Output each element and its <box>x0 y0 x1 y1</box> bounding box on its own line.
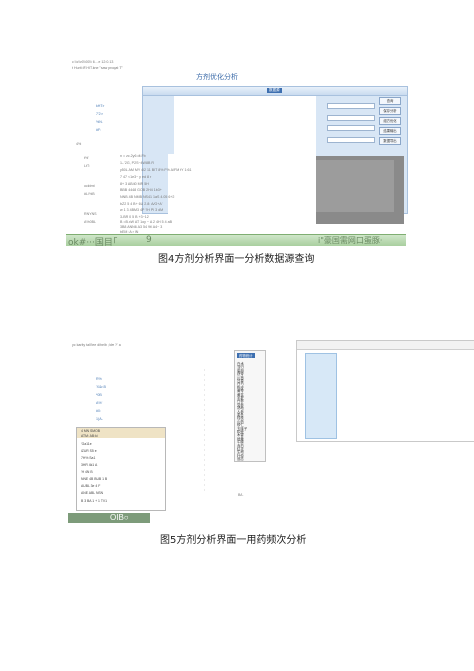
left-label: A%0BL <box>84 220 96 224</box>
herb-frequency-list: 药物统计 白术 当归 柴胡 茯苓 川芎 甘草 白芍 陈皮 黄芩 黄芪 半夏 丹参 党参 熟地 人参 麦冬 桂枝山… <box>234 350 266 462</box>
left-label: A%' <box>96 401 103 405</box>
data-line: 1-.'2G, P2S~4W8B R <box>120 161 154 165</box>
frequency-analysis-window <box>296 340 474 442</box>
left-label: ocktmt <box>84 184 95 188</box>
query-button[interactable]: 查询 <box>379 97 401 105</box>
left-label: t%' <box>84 156 89 160</box>
figure-4-caption: 图4方剂分析界面一分析数据源查询 <box>158 254 315 265</box>
menu-row[interactable]: iZUR S5 e <box>81 449 97 453</box>
left-label: #L/%B <box>84 192 95 196</box>
left-label: kHT:r <box>96 104 105 108</box>
left-label: LtT: <box>84 164 90 168</box>
data-line: w 1 3 4BM3 4P ?H Pl 3 dM <box>120 208 164 212</box>
data-line: B =B.xW AT 1oy ~ A 2 4H 5 4 aB <box>120 220 173 224</box>
menu-row[interactable]: B 3 BA 1 + 1 TV1 <box>81 499 107 503</box>
figure-5-screenshot: yc karity tall'iee dihelb ;/d● ?' a R% '… <box>66 335 474 535</box>
query-field-9[interactable] <box>327 137 375 143</box>
data-line: 8+ 3 AB40 MR 5H <box>120 182 149 186</box>
left-label: R% <box>96 377 102 381</box>
list-footer-label: B/L <box>238 493 244 497</box>
save-analysis-button[interactable]: 保存分析 <box>379 107 401 115</box>
left-label: 7'2:r <box>96 112 103 116</box>
figure-5-caption: 图5方剂分析界面一用药频次分析 <box>160 535 307 546</box>
query-field-3[interactable] <box>327 103 375 109</box>
left-label: 1(A- <box>96 417 103 421</box>
left-label: *0B <box>96 393 102 397</box>
menu-row[interactable]: ATM: AB:ki <box>81 434 98 438</box>
menu-row[interactable]: AUBL 3e 4 F <box>81 484 100 488</box>
data-line: 3B8 ANN6 A3 54 9t/ A4~ 3 <box>120 225 163 229</box>
left-label: %N. <box>96 120 103 124</box>
output-button[interactable]: 结果输出 <box>379 127 401 135</box>
figure-4-screenshot: c:\\c\\r0\\00\\ 6…e 12:0.13 t Hurit:IF.H… <box>66 56 408 248</box>
header-line: yc karity tall'iee dihelb ;/d● ?' a <box>72 343 121 347</box>
taskbar-text: OIB○ <box>110 513 129 522</box>
query-field-7[interactable] <box>327 125 375 131</box>
menu-row[interactable]: 3HR 4k1 A <box>81 463 97 467</box>
taskbar-left-text: ok#···国目｢ <box>68 238 118 248</box>
taskbar-number: 9 <box>146 235 152 245</box>
divider-dots: ::::::::::::::::::::::::: <box>204 367 206 492</box>
menu-row[interactable]: ANE ABL NSN <box>81 491 103 495</box>
optimize-button[interactable]: 组方优化 <box>379 117 401 125</box>
data-line: y50L AM MY 4l2 11 BIT 8% F% A/FM tY 1:61 <box>120 168 192 172</box>
herb-list-item[interactable]: 远志 <box>237 456 244 461</box>
header-line-1: c:\\c\\r0\\00\\ 6…e 12:0.13 <box>72 60 114 64</box>
gray-results-panel <box>302 156 404 224</box>
results-menu: 4 MN SMOB ATM: AB:ki 'Ga11e iZUR S5 e 7H… <box>76 427 166 511</box>
results-area <box>168 154 316 224</box>
left-label: #F: <box>96 128 102 132</box>
menu-row[interactable]: 4 MN SMOB <box>81 429 100 433</box>
data-line: n = zc.2y6 dt.Fb <box>120 154 146 158</box>
taskbar <box>68 513 150 523</box>
gray-results-inner <box>306 160 394 212</box>
left-label: 4% <box>76 142 82 146</box>
data-source-tab-button[interactable]: 数据源 <box>267 88 282 93</box>
window-title: 方剂优化分析 <box>196 74 238 81</box>
data-line: BBB 4448 GOB 2H4 1b3+ <box>120 188 162 192</box>
export-button[interactable]: 数据导出 <box>379 137 401 145</box>
left-label: RNYNS <box>84 212 97 216</box>
data-line: bZ2 5 4 B+ 6U 2.8: A/G+A' <box>120 202 163 206</box>
header-line-2: t Hurit:IF.HIT.kne "saw proqat T" <box>72 66 123 70</box>
list-header: 药物统计 <box>237 353 255 358</box>
data-line: 7 47 <1e3~ y ed 8 r <box>120 175 152 179</box>
ribbon: 数据源 <box>143 87 407 96</box>
window-side-panel <box>305 353 337 439</box>
query-field-5[interactable] <box>327 115 375 121</box>
menu-row[interactable]: NNE 4B BUB 1 B <box>81 477 107 481</box>
menu-row[interactable]: 'Ga11e <box>81 442 92 446</box>
data-line: 3-BR 0 5 B +3~12 <box>120 215 149 219</box>
taskbar-right-text: i"豪国需网口蛋豚· <box>318 236 383 245</box>
left-label: #0: <box>96 409 101 413</box>
menu-row[interactable]: 7H% Sa1 <box>81 456 95 460</box>
data-line: NNB 4B NMB NS41 1aS 4.05 6+2 <box>120 195 175 199</box>
window-toolbar <box>297 341 474 350</box>
left-label: 'X&r.B <box>96 385 106 389</box>
menu-row[interactable]: 'H 4N B <box>81 470 93 474</box>
